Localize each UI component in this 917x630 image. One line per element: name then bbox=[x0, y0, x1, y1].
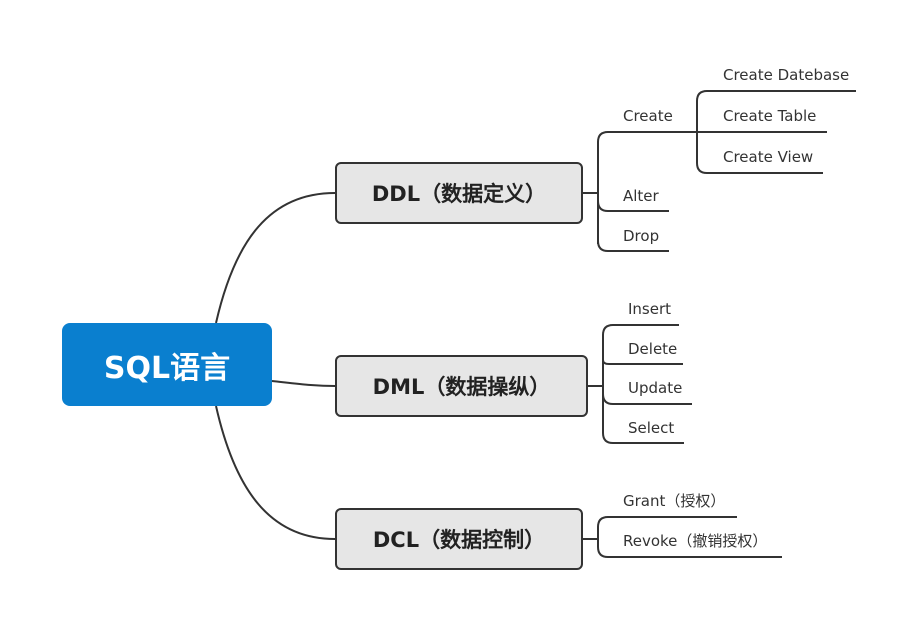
leaf-create-view[interactable]: Create View bbox=[723, 148, 813, 166]
leaf-create[interactable]: Create bbox=[623, 107, 673, 125]
bracket-insert bbox=[602, 324, 679, 336]
leaf-alter[interactable]: Alter bbox=[623, 187, 659, 205]
leaf-revoke[interactable]: Revoke（撤销授权） bbox=[623, 532, 767, 550]
leaf-create-database[interactable]: Create Datebase bbox=[723, 66, 849, 84]
category-dml[interactable]: DML（数据操纵） bbox=[335, 355, 588, 417]
bracket-grant bbox=[597, 516, 737, 528]
leaf-delete[interactable]: Delete bbox=[628, 340, 677, 358]
connector-root-dcl bbox=[215, 405, 336, 540]
category-dcl[interactable]: DCL（数据控制） bbox=[335, 508, 583, 570]
connector-ddl-create bbox=[583, 142, 599, 244]
bracket-ddl bbox=[597, 131, 697, 143]
root-label: SQL语言 bbox=[103, 350, 231, 386]
leaf-insert[interactable]: Insert bbox=[628, 300, 671, 318]
connector-root-ddl bbox=[215, 192, 336, 324]
underline-delete bbox=[602, 359, 683, 365]
leaf-grant[interactable]: Grant（授权） bbox=[623, 492, 725, 510]
root-node[interactable]: SQL语言 bbox=[62, 323, 272, 406]
category-ddl-label: DDL（数据定义） bbox=[371, 182, 547, 206]
category-dml-label: DML（数据操纵） bbox=[372, 375, 551, 399]
connector-root-dml bbox=[271, 380, 336, 387]
leaf-update[interactable]: Update bbox=[628, 379, 682, 397]
leaf-create-table[interactable]: Create Table bbox=[723, 107, 816, 125]
category-dcl-label: DCL（数据控制） bbox=[372, 528, 546, 552]
leaf-drop[interactable]: Drop bbox=[623, 227, 659, 245]
category-ddl[interactable]: DDL（数据定义） bbox=[335, 162, 583, 224]
leaf-select[interactable]: Select bbox=[628, 419, 674, 437]
bracket-create-top bbox=[696, 90, 856, 102]
